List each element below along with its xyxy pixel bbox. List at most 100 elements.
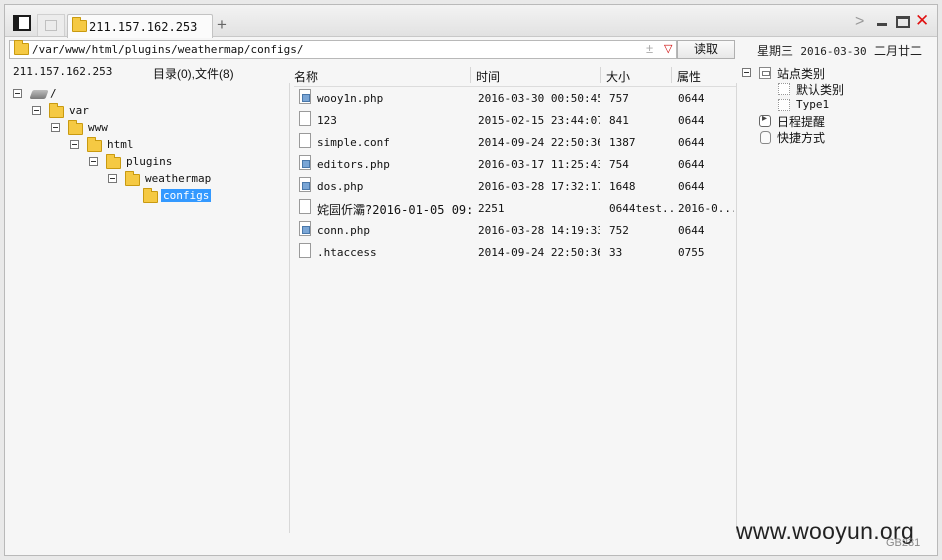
default-category-label: 默认类别: [796, 83, 845, 97]
file-attr: 0644: [678, 180, 705, 193]
folder-icon: [14, 40, 29, 55]
php-file-icon: [299, 177, 311, 192]
tree-label: www: [88, 121, 108, 134]
file-size: 754: [609, 158, 629, 171]
inactive-tab[interactable]: [37, 14, 65, 36]
file-size: 841: [609, 114, 629, 127]
file-attr: 0644: [678, 136, 705, 149]
left-header: 211.157.162.253 目录(0),文件(8): [13, 65, 289, 83]
right-divider[interactable]: [736, 83, 737, 533]
file-size: 752: [609, 224, 629, 237]
folder-icon: [125, 171, 140, 186]
file-name: conn.php: [317, 224, 370, 237]
collapse-toggle[interactable]: [51, 123, 60, 132]
collapse-toggle[interactable]: [89, 157, 98, 166]
col-separator[interactable]: [671, 67, 672, 83]
file-time: 2015-02-15 23:44:07: [478, 114, 600, 127]
table-row[interactable]: 123 2015-02-15 23:44:07 841 0644: [294, 108, 736, 130]
file-icon: [299, 199, 311, 214]
type1-label: Type1: [796, 98, 830, 111]
collapse-toggle[interactable]: [108, 174, 117, 183]
tree-label: var: [69, 104, 89, 117]
collapse-toggle[interactable]: [13, 89, 22, 98]
file-attr: 0644: [678, 92, 705, 105]
folder-icon: [143, 188, 158, 203]
file-icon: [299, 133, 311, 148]
file-size: 1648: [609, 180, 636, 193]
php-file-icon: [299, 155, 311, 170]
address-path: /var/www/html/plugins/weathermap/configs…: [32, 43, 304, 56]
table-row[interactable]: dos.php 2016-03-28 17:32:17 1648 0644: [294, 174, 736, 196]
file-attr: 0644: [678, 114, 705, 127]
item-icon: [778, 99, 790, 111]
file-icon: [299, 243, 311, 258]
php-file-icon: [299, 89, 311, 104]
schedule-icon: [759, 113, 771, 127]
file-icon: [299, 111, 311, 126]
host-label: 211.157.162.253: [13, 65, 113, 78]
app-window: 211.157.162.253 + > ✕ /var/www/html/plug…: [4, 4, 938, 556]
table-row[interactable]: wooy1n.php 2016-03-30 00:50:45 757 0644: [294, 86, 736, 108]
date: 2016-03-30: [800, 45, 867, 58]
table-row[interactable]: editors.php 2016-03-17 11:25:43 754 0644: [294, 152, 736, 174]
table-row[interactable]: conn.php 2016-03-28 14:19:33 752 0644: [294, 218, 736, 240]
file-time: 2014-09-24 22:50:36: [478, 136, 600, 149]
add-tab-button[interactable]: +: [217, 15, 227, 35]
table-row[interactable]: .htaccess 2014-09-24 22:50:36 33 0755: [294, 240, 736, 262]
file-attr: 2016-0...: [678, 202, 734, 215]
file-size: 757: [609, 92, 629, 105]
tree-label-selected: configs: [161, 189, 212, 202]
tree-label: html: [107, 138, 134, 151]
left-divider[interactable]: [289, 83, 290, 533]
file-name: .htaccess: [317, 246, 377, 259]
folder-icon: [68, 120, 83, 135]
col-separator[interactable]: [470, 67, 471, 83]
table-row[interactable]: 姹囩伒灞?2016-01-05 09:... 2251 0644test... …: [294, 196, 736, 218]
file-attr: 0755: [678, 246, 705, 259]
drive-icon: [29, 90, 49, 99]
page-icon: [45, 20, 57, 31]
collapse-toggle[interactable]: [70, 140, 79, 149]
file-attr: 0644: [678, 158, 705, 171]
tree-label: weathermap: [145, 172, 212, 185]
panel-toggle-icon[interactable]: [13, 15, 31, 31]
table-row[interactable]: simple.conf 2014-09-24 22:50:36 1387 064…: [294, 130, 736, 152]
file-size: 0644test...: [609, 202, 675, 215]
item-icon: [778, 83, 790, 95]
file-time: 2251: [478, 202, 505, 215]
folder-icon: [49, 103, 64, 118]
col-size[interactable]: 大小: [606, 68, 630, 85]
shortcut-label: 快捷方式: [777, 131, 826, 145]
tab-label: 211.157.162.253: [89, 20, 198, 34]
plus-minus-icon[interactable]: ±: [646, 41, 653, 56]
tab-active[interactable]: 211.157.162.253: [67, 14, 213, 38]
folder-icon: [72, 17, 87, 32]
file-time: 2014-09-24 22:50:36: [478, 246, 600, 259]
lunar-date: 二月廿二: [873, 44, 922, 58]
close-button[interactable]: ✕: [915, 11, 929, 31]
php-file-icon: [299, 221, 311, 236]
file-name: editors.php: [317, 158, 390, 171]
col-attr[interactable]: 属性: [677, 68, 701, 85]
schedule-label: 日程提醒: [777, 115, 826, 129]
col-name[interactable]: 名称: [294, 68, 318, 85]
chevron-right-icon[interactable]: >: [855, 13, 864, 31]
maximize-button[interactable]: [896, 16, 910, 28]
file-time: 2016-03-17 11:25:43: [478, 158, 600, 171]
count-label: 目录(0),文件(8): [153, 67, 234, 81]
minimize-button[interactable]: [877, 15, 887, 27]
file-size: 33: [609, 246, 623, 259]
calendar-line: 星期三 2016-03-30 二月廿二: [757, 42, 922, 59]
chevron-down-icon[interactable]: ▽: [664, 42, 672, 55]
folder-icon: [87, 137, 102, 152]
collapse-toggle[interactable]: [32, 106, 41, 115]
read-button[interactable]: 读取: [677, 40, 735, 59]
address-bar[interactable]: /var/www/html/plugins/weathermap/configs…: [9, 40, 677, 59]
hand-icon: [760, 131, 771, 144]
col-separator[interactable]: [600, 67, 601, 83]
file-name: wooy1n.php: [317, 92, 384, 105]
col-time[interactable]: 时间: [476, 68, 500, 85]
title-bar: 211.157.162.253 + > ✕: [5, 5, 937, 38]
tree-label: plugins: [126, 155, 173, 168]
collapse-toggle[interactable]: [742, 68, 751, 77]
